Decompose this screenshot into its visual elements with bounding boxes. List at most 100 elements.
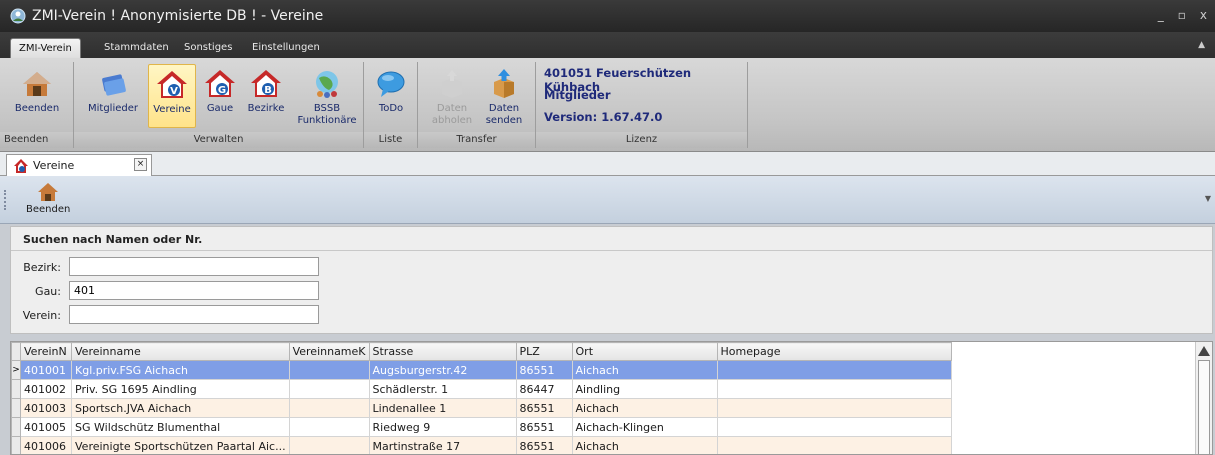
toolbar-beenden-button[interactable]: Beenden xyxy=(26,182,70,215)
cell-plz[interactable]: 86551 xyxy=(515,360,573,380)
tab-einstellungen[interactable]: Einstellungen xyxy=(244,38,328,58)
cell-vereinname[interactable]: Priv. SG 1695 Aindling xyxy=(71,379,290,399)
toolbar-grip[interactable] xyxy=(4,190,7,210)
daten-senden-label-2: senden xyxy=(485,115,523,126)
group-verwalten: Mitglieder V Vereine G Gaue B Bezirke BS… xyxy=(74,62,364,148)
verein-label: Verein: xyxy=(22,309,61,322)
cell-ort[interactable]: Aindling xyxy=(571,379,718,399)
close-button[interactable]: x xyxy=(1200,8,1207,22)
grid-vertical-scrollbar[interactable] xyxy=(1195,342,1212,454)
cell-vereinnr[interactable]: 401006 xyxy=(20,436,72,454)
ribbon: Beenden Beenden Mitglieder V Vereine G G… xyxy=(0,58,1215,152)
cell-homepage[interactable] xyxy=(716,436,952,454)
todo-label: ToDo xyxy=(378,103,404,114)
cell-vereinname[interactable]: SG Wildschütz Blumenthal xyxy=(71,417,290,437)
cell-strasse[interactable]: Martinstraße 17 xyxy=(368,436,517,454)
cell-vereinname[interactable]: Sportsch.JVA Aichach xyxy=(71,398,290,418)
cell-vereinnr[interactable]: 401001 xyxy=(20,360,72,380)
house-v-icon: V xyxy=(157,71,187,98)
cell-plz[interactable]: 86551 xyxy=(515,417,573,437)
mitglieder-button[interactable]: Mitglieder xyxy=(84,64,142,128)
cell-strasse[interactable]: Augsburgerstr.42 xyxy=(368,360,517,380)
cell-homepage[interactable] xyxy=(716,417,952,437)
gaue-button[interactable]: G Gaue xyxy=(200,64,240,128)
vereine-button[interactable]: V Vereine xyxy=(148,64,196,128)
group-transfer: Daten abholen Daten senden Transfer xyxy=(418,62,536,148)
cell-plz[interactable]: 86551 xyxy=(515,398,573,418)
column-header-homepage[interactable]: Homepage xyxy=(716,342,952,361)
cell-vereinnamek[interactable] xyxy=(288,379,370,399)
cell-homepage[interactable] xyxy=(716,379,952,399)
cell-vereinnamek[interactable] xyxy=(288,436,370,454)
verein-input[interactable] xyxy=(69,305,319,324)
cell-vereinnr[interactable]: 401003 xyxy=(20,398,72,418)
box-upload-icon xyxy=(494,69,514,98)
bezirk-input[interactable] xyxy=(69,257,319,276)
document-tab-vereine[interactable]: Vereine × xyxy=(6,154,152,176)
globe-people-icon xyxy=(316,71,338,98)
cell-strasse[interactable]: Riedweg 9 xyxy=(368,417,517,437)
table-row[interactable]: 401002 Priv. SG 1695 Aindling Schädlerst… xyxy=(11,379,952,399)
cell-plz[interactable]: 86551 xyxy=(515,436,573,454)
column-header-ort[interactable]: Ort xyxy=(571,342,718,361)
cell-ort[interactable]: Aichach xyxy=(571,436,718,454)
beenden-button[interactable]: Beenden xyxy=(8,64,66,128)
cell-ort[interactable]: Aichach xyxy=(571,398,718,418)
ribbon-collapse-icon[interactable]: ▲ xyxy=(1198,40,1205,50)
house-v-icon xyxy=(14,158,28,173)
exit-house-icon xyxy=(23,72,51,96)
column-header-vereinnamek[interactable]: VereinnameK xyxy=(288,342,370,361)
table-row[interactable]: 401003 Sportsch.JVA Aichach Lindenallee … xyxy=(11,398,952,418)
vereine-grid: VereinN Vereinname VereinnameK Strasse P… xyxy=(10,341,1213,455)
cell-vereinname[interactable]: Kgl.priv.FSG Aichach xyxy=(71,360,290,380)
cell-vereinnamek[interactable] xyxy=(288,360,370,380)
svg-text:B: B xyxy=(264,85,272,96)
cell-ort[interactable]: Aichach xyxy=(571,360,718,380)
cell-vereinnamek[interactable] xyxy=(288,417,370,437)
cell-homepage[interactable] xyxy=(716,360,952,380)
daten-abholen-button[interactable]: Daten abholen xyxy=(428,64,476,128)
grid-header-row: VereinN Vereinname VereinnameK Strasse P… xyxy=(11,342,952,361)
tab-zmi-verein[interactable]: ZMI-Verein xyxy=(10,38,81,58)
cell-strasse[interactable]: Schädlerstr. 1 xyxy=(368,379,517,399)
license-module: Mitglieder xyxy=(544,88,611,102)
column-header-vereinnr[interactable]: VereinN xyxy=(20,342,72,361)
cell-homepage[interactable] xyxy=(716,398,952,418)
column-header-strasse[interactable]: Strasse xyxy=(368,342,517,361)
group-label-transfer: Transfer xyxy=(418,132,535,148)
cell-vereinnr[interactable]: 401005 xyxy=(20,417,72,437)
toolbar-overflow-icon[interactable]: ▼ xyxy=(1205,194,1211,203)
maximize-button[interactable]: ▫ xyxy=(1178,8,1186,22)
tab-stammdaten[interactable]: Stammdaten xyxy=(96,38,177,58)
vereine-table: VereinN Vereinname VereinnameK Strasse P… xyxy=(11,342,952,454)
column-header-vereinname[interactable]: Vereinname xyxy=(71,342,290,361)
row-indicator xyxy=(11,398,21,418)
title-bar: ZMI-Verein ! Anonymisierte DB ! - Verein… xyxy=(0,0,1215,32)
bezirke-label: Bezirke xyxy=(247,103,285,114)
cell-vereinname[interactable]: Vereinigte Sportschützen Paartal Aic... xyxy=(71,436,290,454)
column-header-plz[interactable]: PLZ xyxy=(515,342,573,361)
scroll-track[interactable] xyxy=(1198,360,1210,454)
gau-input[interactable] xyxy=(69,281,319,300)
svg-text:G: G xyxy=(218,85,226,96)
document-tab-close-icon[interactable]: × xyxy=(134,158,147,171)
cell-vereinnamek[interactable] xyxy=(288,398,370,418)
row-indicator xyxy=(11,436,21,454)
todo-button[interactable]: ToDo xyxy=(370,64,412,128)
table-row[interactable]: > 401001 Kgl.priv.FSG Aichach Augsburger… xyxy=(11,360,952,380)
table-row[interactable]: 401005 SG Wildschütz Blumenthal Riedweg … xyxy=(11,417,952,437)
minimize-button[interactable]: _ xyxy=(1158,8,1164,22)
tab-sonstiges[interactable]: Sonstiges xyxy=(176,38,240,58)
cell-strasse[interactable]: Lindenallee 1 xyxy=(368,398,517,418)
cell-plz[interactable]: 86447 xyxy=(515,379,573,399)
vereine-label: Vereine xyxy=(153,104,191,115)
bssb-funktionaere-button[interactable]: BSSB Funktionäre xyxy=(296,64,358,128)
daten-abholen-label-2: abholen xyxy=(431,115,473,126)
table-row[interactable]: 401006 Vereinigte Sportschützen Paartal … xyxy=(11,436,952,454)
scroll-up-arrow-icon[interactable] xyxy=(1198,346,1210,356)
daten-senden-button[interactable]: Daten senden xyxy=(480,64,528,128)
cell-ort[interactable]: Aichach-Klingen xyxy=(571,417,718,437)
bezirke-button[interactable]: B Bezirke xyxy=(244,64,288,128)
cell-vereinnr[interactable]: 401002 xyxy=(20,379,72,399)
search-panel-title: Suchen nach Namen oder Nr. xyxy=(11,227,1212,251)
